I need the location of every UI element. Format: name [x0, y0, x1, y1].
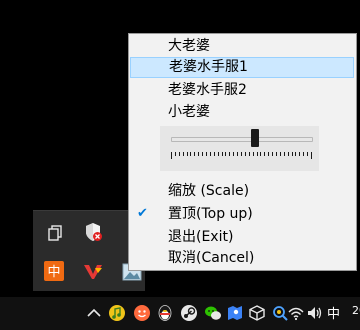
- menu-item-label: 老婆水手服1: [169, 59, 248, 75]
- chinese-input-icon[interactable]: 中: [43, 260, 65, 282]
- steam-icon[interactable]: [180, 304, 198, 322]
- music-icon[interactable]: [108, 304, 126, 322]
- menu-item-label: 小老婆: [168, 104, 210, 120]
- svg-text:中: 中: [47, 265, 60, 280]
- antivirus-icon[interactable]: [82, 260, 104, 282]
- menu-item-scale[interactable]: 缩放 (Scale): [129, 181, 356, 202]
- package-icon[interactable]: [248, 304, 266, 322]
- wechat-icon[interactable]: [204, 304, 222, 322]
- menu-item-label: 大老婆: [168, 38, 210, 54]
- menu-item-label: 缩放 (Scale): [168, 183, 250, 199]
- scale-slider-thumb[interactable]: [251, 129, 259, 147]
- map-icon[interactable]: [226, 304, 244, 322]
- qq-penguin-icon[interactable]: [156, 304, 174, 322]
- menu-item-label: 置顶(Top up): [168, 206, 253, 222]
- shield-icon[interactable]: [82, 221, 104, 243]
- menu-item-label: 退出(Exit): [168, 229, 234, 245]
- scale-slider-panel: [160, 126, 319, 171]
- copy-icon[interactable]: [44, 222, 66, 244]
- happy-face-icon[interactable]: [133, 304, 151, 322]
- context-menu: 大老婆 老婆水手服1 老婆水手服2 小老婆 缩放 (Scale) ✔ 置顶(To…: [128, 33, 357, 271]
- menu-item-label: 取消(Cancel): [168, 250, 255, 266]
- menu-item-top-up[interactable]: ✔ 置顶(Top up): [129, 204, 356, 225]
- clock[interactable]: 20: [352, 304, 360, 317]
- menu-item-big-wife[interactable]: 大老婆: [129, 36, 356, 57]
- taskbar: 中 20: [0, 297, 360, 330]
- chevron-up-icon[interactable]: [85, 304, 103, 322]
- input-method-indicator[interactable]: 中: [327, 303, 340, 322]
- scale-slider-track[interactable]: [171, 137, 313, 142]
- menu-item-small-wife[interactable]: 小老婆: [129, 102, 356, 123]
- menu-item-label: 老婆水手服2: [168, 82, 247, 98]
- wifi-icon[interactable]: [287, 304, 305, 322]
- checkmark-icon: ✔: [137, 206, 148, 221]
- menu-item-sailor-outfit-2[interactable]: 老婆水手服2: [129, 80, 356, 101]
- volume-icon[interactable]: [306, 304, 324, 322]
- scale-slider-ticks: [171, 152, 312, 159]
- menu-item-cancel[interactable]: 取消(Cancel): [129, 248, 356, 269]
- menu-item-sailor-outfit-1[interactable]: 老婆水手服1: [130, 57, 354, 78]
- menu-item-exit[interactable]: 退出(Exit): [129, 227, 356, 248]
